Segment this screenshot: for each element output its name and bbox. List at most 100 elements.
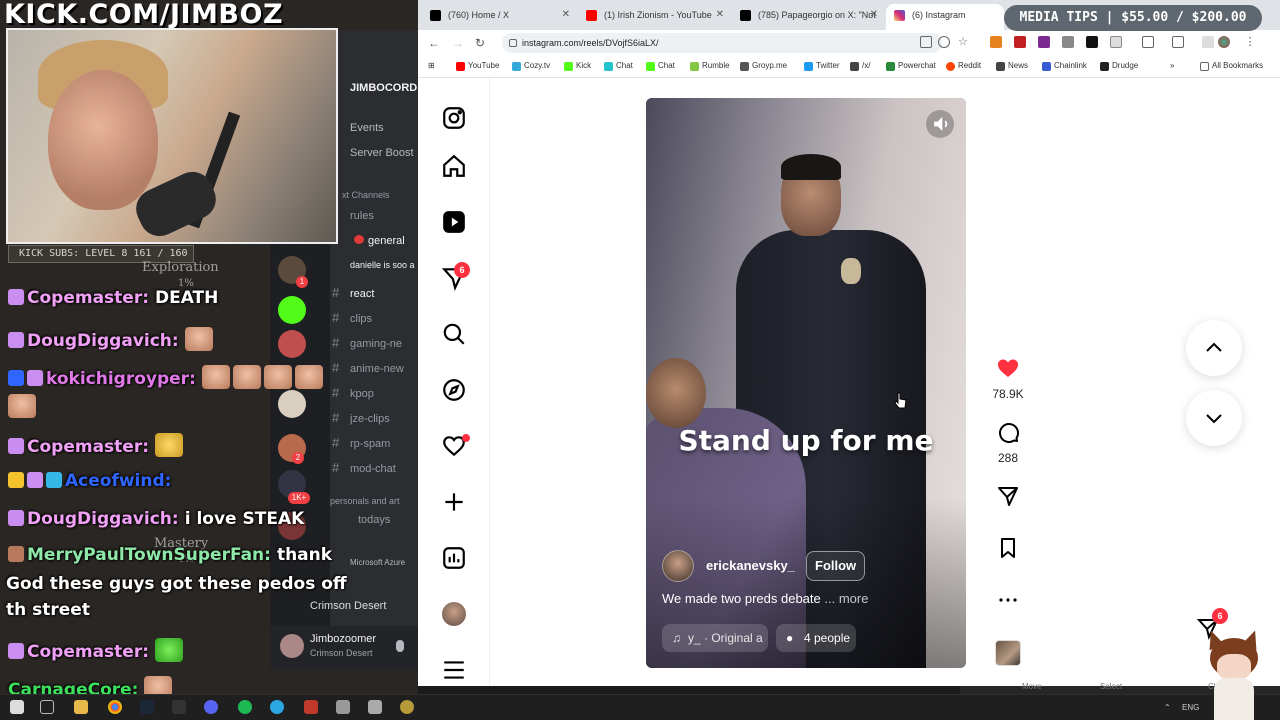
explore-icon[interactable] xyxy=(441,377,467,403)
share-button[interactable] xyxy=(982,484,1034,513)
discord-channel-todays[interactable]: todays xyxy=(358,514,390,526)
instagram-logo-icon[interactable] xyxy=(441,105,467,131)
discord-channel-rp-spam[interactable]: # rp-spam xyxy=(332,435,390,450)
bookmarks-overflow-icon[interactable]: » xyxy=(1170,61,1174,70)
bookmark-twitter[interactable]: Twitter xyxy=(804,61,840,71)
zoom-icon[interactable] xyxy=(938,36,950,48)
reload-icon[interactable]: ↻ xyxy=(475,36,485,50)
guild-icon-kick[interactable] xyxy=(278,296,306,324)
terminal-icon[interactable] xyxy=(172,700,186,714)
tray-chevron-icon[interactable]: ⌃ xyxy=(1164,703,1171,712)
app-icon[interactable] xyxy=(400,700,414,714)
discord-channel-gaming[interactable]: # gaming-ne xyxy=(332,335,402,350)
bookmark-groyp[interactable]: Groyp.me xyxy=(740,61,787,71)
extension-icon[interactable] xyxy=(1062,36,1074,48)
discord-server-name[interactable]: JIMBOCORD xyxy=(350,82,417,94)
windows-start-icon[interactable] xyxy=(10,700,24,714)
create-icon[interactable] xyxy=(441,489,467,515)
forward-arrow-icon[interactable]: → xyxy=(452,36,464,50)
discord-server-boost-item[interactable]: Server Boost xyxy=(350,147,414,159)
bookmark-drudge[interactable]: Drudge xyxy=(1100,61,1138,71)
telegram-icon[interactable] xyxy=(270,700,284,714)
guild-icon[interactable] xyxy=(278,330,306,358)
reel-video[interactable]: Stand up for me erickanevsky_ Follow We … xyxy=(646,98,966,668)
discord-channel-mod-chat[interactable]: # mod-chat xyxy=(332,460,396,475)
discord-channel-category[interactable]: xt Channels xyxy=(342,190,390,200)
comment-button[interactable]: 288 xyxy=(982,420,1034,465)
microphone-icon[interactable] xyxy=(396,640,404,652)
bookmark-x[interactable]: /x/ xyxy=(850,61,870,71)
extension-icon[interactable] xyxy=(1038,36,1050,48)
chrome-icon[interactable] xyxy=(108,700,122,714)
browser-menu-icon[interactable]: ⋮ xyxy=(1244,36,1256,48)
back-arrow-icon[interactable]: ← xyxy=(428,36,440,50)
original-audio-pill[interactable]: ♫ y_ · Original a xyxy=(662,624,768,652)
side-panel-icon[interactable] xyxy=(1142,36,1154,48)
discord-channel-jze-clips[interactable]: # jze-clips xyxy=(332,410,390,425)
guild-icon[interactable] xyxy=(278,390,306,418)
discord-channel-rules[interactable]: rules xyxy=(350,210,374,222)
save-button[interactable] xyxy=(982,536,1034,565)
extension-icon[interactable] xyxy=(1202,36,1214,48)
tagged-people-pill[interactable]: ● 4 people xyxy=(776,624,856,652)
bookmark-chat-kick[interactable]: Chat xyxy=(646,61,675,71)
author-avatar[interactable] xyxy=(662,550,694,582)
spotify-icon[interactable] xyxy=(238,700,252,714)
bookmark-chat[interactable]: Chat xyxy=(604,61,633,71)
previous-reel-button[interactable] xyxy=(1186,320,1242,376)
bookmark-youtube[interactable]: YouTube xyxy=(456,61,499,71)
all-bookmarks[interactable]: All Bookmarks xyxy=(1200,61,1263,71)
bookmark-kick[interactable]: Kick xyxy=(564,61,591,71)
steam-icon[interactable] xyxy=(140,700,154,714)
app-icon[interactable] xyxy=(336,700,350,714)
profile-icon[interactable] xyxy=(1218,36,1230,48)
avatar[interactable] xyxy=(280,634,304,658)
metamask-icon[interactable] xyxy=(990,36,1002,48)
bookmark-chainlink[interactable]: Chainlink xyxy=(1042,61,1087,71)
search-icon[interactable] xyxy=(441,321,467,347)
bookmark-news[interactable]: News xyxy=(996,61,1028,71)
bookmark-star-icon[interactable]: ☆ xyxy=(958,36,970,48)
input-language[interactable]: ENG xyxy=(1182,703,1199,712)
home-icon[interactable] xyxy=(441,153,467,179)
profile-avatar[interactable] xyxy=(442,602,466,626)
more-menu-icon[interactable] xyxy=(441,657,467,683)
tab-x-home[interactable]: (760) Home / X ✕ xyxy=(422,4,576,30)
more-link[interactable]: ... more xyxy=(824,591,868,606)
discord-category-personals[interactable]: personals and art xyxy=(330,496,400,506)
audio-thumbnail[interactable] xyxy=(995,640,1021,666)
bookmark-rumble[interactable]: Rumble xyxy=(690,61,730,71)
volume-icon[interactable] xyxy=(926,110,954,138)
x-extension-icon[interactable] xyxy=(1086,36,1098,48)
follow-button[interactable]: Follow xyxy=(806,551,866,581)
discord-channel-kpop[interactable]: # kpop xyxy=(332,385,374,400)
reels-icon[interactable] xyxy=(441,209,467,235)
file-explorer-icon[interactable] xyxy=(74,700,88,714)
bookmark-cozy[interactable]: Cozy.tv xyxy=(512,61,550,71)
discord-channel-thread[interactable]: danielle is soo a xyxy=(350,260,415,270)
app-icon[interactable] xyxy=(368,700,382,714)
tab-instagram[interactable]: (6) Instagram xyxy=(886,4,1004,30)
url-bar[interactable]: instagram.com/reels/DVojfS6iaLX/ xyxy=(502,33,942,53)
app-icon[interactable] xyxy=(304,700,318,714)
discord-events-item[interactable]: Events xyxy=(350,122,384,134)
downloads-icon[interactable] xyxy=(1172,36,1184,48)
task-view-icon[interactable] xyxy=(40,700,54,714)
dashboard-icon[interactable] xyxy=(441,545,467,571)
site-info-icon[interactable] xyxy=(509,39,517,47)
like-button[interactable]: 78.9K xyxy=(982,356,1034,401)
close-tab-icon[interactable]: ✕ xyxy=(870,4,878,26)
discord-channel-anime[interactable]: # anime-new xyxy=(332,360,404,375)
next-reel-button[interactable] xyxy=(1186,390,1242,446)
close-tab-icon[interactable]: ✕ xyxy=(716,4,724,26)
discord-icon[interactable] xyxy=(204,700,218,714)
tab-youtube[interactable]: (1) Irish Zionism - YouTube ✕ xyxy=(578,4,730,30)
discord-channel-clips[interactable]: # clips xyxy=(332,310,372,325)
extension-icon[interactable] xyxy=(1110,36,1122,48)
discord-channel-react[interactable]: # react xyxy=(332,285,374,300)
close-tab-icon[interactable]: ✕ xyxy=(562,4,570,26)
apps-grid-icon[interactable]: ⊞ xyxy=(428,61,435,70)
discord-channel-general[interactable]: general xyxy=(354,235,405,247)
extension-icon[interactable] xyxy=(1014,36,1026,48)
more-options-button[interactable] xyxy=(982,588,1034,617)
